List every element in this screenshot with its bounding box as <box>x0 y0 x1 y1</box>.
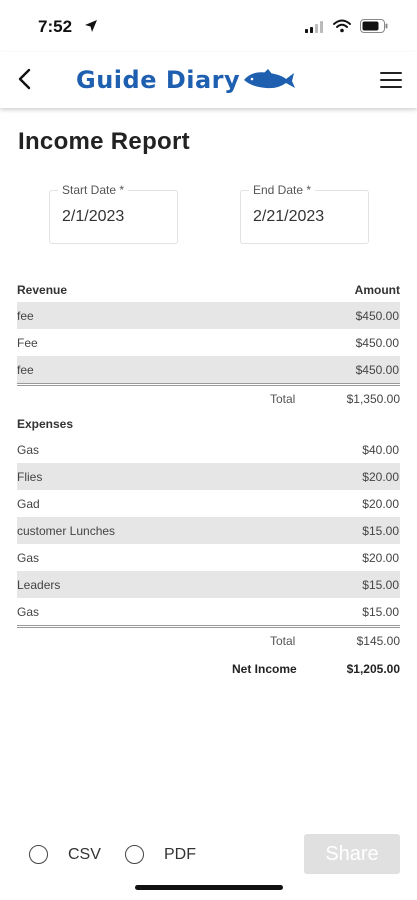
expense-row: Gas $20.00 <box>17 544 400 571</box>
expense-name: Leaders <box>17 577 61 592</box>
expense-row: Flies $20.00 <box>17 463 400 490</box>
expenses-total-value: $145.00 <box>356 634 400 648</box>
expense-name: customer Lunches <box>17 523 116 538</box>
expense-row: customer Lunches $15.00 <box>17 517 400 544</box>
revenue-total-label: Total <box>270 392 296 406</box>
expense-amount: $40.00 <box>362 442 399 457</box>
end-date-value: 2/21/2023 <box>253 208 325 225</box>
revenue-header: Revenue Amount <box>17 278 400 302</box>
expense-row: Leaders $15.00 <box>17 571 400 598</box>
expense-row: Gas $40.00 <box>17 436 400 463</box>
expense-amount: $15.00 <box>362 523 399 538</box>
revenue-name: Fee <box>17 335 38 350</box>
expense-amount: $15.00 <box>362 577 399 592</box>
start-date-label: Start Date * <box>58 183 129 197</box>
net-income-label: Net Income <box>232 662 297 676</box>
expense-row: Gas $15.00 <box>17 598 400 625</box>
revenue-amount: $450.00 <box>355 308 399 323</box>
expenses-total-row: Total $145.00 <box>17 628 400 654</box>
net-income-value: $1,205.00 <box>346 662 400 676</box>
revenue-total-value: $1,350.00 <box>346 392 400 406</box>
page-title: Income Report <box>18 128 190 155</box>
cellular-signal-icon <box>305 21 323 33</box>
expenses-header: Expenses <box>17 412 400 436</box>
back-arrow-icon[interactable] <box>14 66 36 92</box>
csv-label[interactable]: CSV <box>68 846 101 864</box>
export-footer: CSV PDF Share <box>0 832 417 876</box>
revenue-row: fee $450.00 <box>17 356 400 383</box>
expense-amount: $20.00 <box>362 496 399 511</box>
share-button[interactable]: Share <box>304 834 400 874</box>
logo-text: Guide Diary <box>76 66 241 94</box>
expenses-total-label: Total <box>270 634 296 648</box>
revenue-name: fee <box>17 308 34 323</box>
csv-radio[interactable] <box>29 845 48 864</box>
status-bar: 7:52 <box>0 0 417 52</box>
income-report-table: Revenue Amount fee $450.00 Fee $450.00 f… <box>17 278 400 684</box>
expense-row: Gad $20.00 <box>17 490 400 517</box>
hamburger-menu-icon[interactable] <box>380 72 402 90</box>
end-date-label: End Date * <box>249 183 316 197</box>
net-income-row: Net Income $1,205.00 <box>17 654 400 684</box>
end-date-field[interactable]: End Date * 2/21/2023 <box>240 183 369 244</box>
expense-name: Gas <box>17 442 40 457</box>
app-header: Guide Diary <box>0 52 417 108</box>
expense-name: Flies <box>17 469 43 484</box>
expense-amount: $15.00 <box>362 604 399 619</box>
start-date-value: 2/1/2023 <box>62 208 125 225</box>
fish-icon <box>244 69 296 89</box>
pdf-radio[interactable] <box>125 845 144 864</box>
expense-amount: $20.00 <box>362 469 399 484</box>
revenue-name: fee <box>17 362 34 377</box>
revenue-amount: $450.00 <box>355 335 399 350</box>
battery-icon <box>360 19 388 33</box>
amount-header-label: Amount <box>354 283 400 297</box>
revenue-header-label: Revenue <box>17 283 68 297</box>
expense-amount: $20.00 <box>362 550 399 565</box>
location-arrow-icon <box>85 20 97 32</box>
app-logo: Guide Diary <box>76 62 296 98</box>
pdf-label[interactable]: PDF <box>164 846 196 864</box>
revenue-total-row: Total $1,350.00 <box>17 386 400 412</box>
expense-name: Gas <box>17 550 40 565</box>
start-date-field[interactable]: Start Date * 2/1/2023 <box>49 183 178 244</box>
status-time: 7:52 <box>38 17 73 36</box>
expense-name: Gas <box>17 604 40 619</box>
expense-name: Gad <box>17 496 40 511</box>
revenue-row: Fee $450.00 <box>17 329 400 356</box>
expenses-header-label: Expenses <box>17 417 74 431</box>
home-indicator <box>135 885 283 890</box>
wifi-icon <box>333 19 351 33</box>
revenue-row: fee $450.00 <box>17 302 400 329</box>
revenue-amount: $450.00 <box>355 362 399 377</box>
